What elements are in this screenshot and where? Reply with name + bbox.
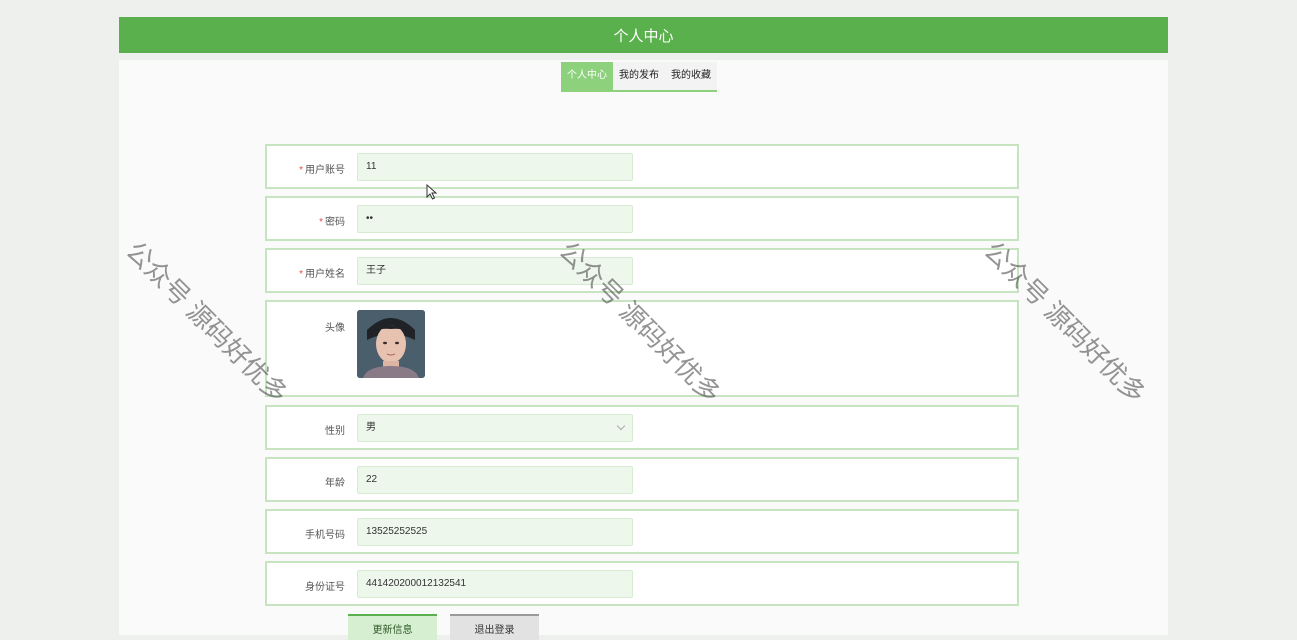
logout-button[interactable]: 退出登录 [450, 614, 539, 640]
tab-my-posts[interactable]: 我的发布 [613, 62, 665, 90]
form-row-age: 年龄 22 [265, 457, 1019, 502]
age-label: 年龄 [325, 478, 345, 489]
tab-my-favorites[interactable]: 我的收藏 [665, 62, 717, 90]
form-row-phone: 手机号码 13525252525 [265, 509, 1019, 554]
avatar-label: 头像 [325, 323, 345, 334]
gender-selected-value: 男 [366, 422, 376, 433]
idcard-label: 身份证号 [305, 582, 345, 593]
name-input[interactable]: 王子 [357, 257, 633, 285]
required-mark: * [319, 217, 323, 228]
age-input[interactable]: 22 [357, 466, 633, 494]
page-title: 个人中心 [613, 27, 674, 45]
page-header: 个人中心 [119, 17, 1168, 53]
form-row-account: * 用户账号 11 [265, 144, 1019, 189]
account-input[interactable]: 11 [357, 153, 633, 181]
password-label: * 密码 [319, 217, 345, 228]
phone-label: 手机号码 [305, 530, 345, 541]
required-mark: * [299, 165, 303, 176]
form-row-name: * 用户姓名 王子 [265, 248, 1019, 293]
gender-select[interactable]: 男 [357, 414, 633, 442]
chevron-down-icon [616, 421, 626, 431]
gender-label: 性别 [325, 426, 345, 437]
idcard-input[interactable]: 441420200012132541 [357, 570, 633, 598]
tab-bar: 个人中心 我的发布 我的收藏 [561, 62, 717, 92]
required-mark: * [299, 269, 303, 280]
name-label: * 用户姓名 [299, 269, 345, 280]
form-row-idcard: 身份证号 441420200012132541 [265, 561, 1019, 606]
avatar-image[interactable] [357, 310, 425, 378]
update-info-button[interactable]: 更新信息 [348, 614, 437, 640]
account-label: * 用户账号 [299, 165, 345, 176]
tab-profile[interactable]: 个人中心 [561, 62, 613, 90]
password-input[interactable]: •• [357, 205, 633, 233]
phone-input[interactable]: 13525252525 [357, 518, 633, 546]
form-row-password: * 密码 •• [265, 196, 1019, 241]
form-row-gender: 性别 男 [265, 405, 1019, 450]
form-row-avatar: 头像 [265, 300, 1019, 397]
mouse-cursor-icon [426, 184, 438, 200]
avatar-portrait-icon [357, 310, 425, 378]
